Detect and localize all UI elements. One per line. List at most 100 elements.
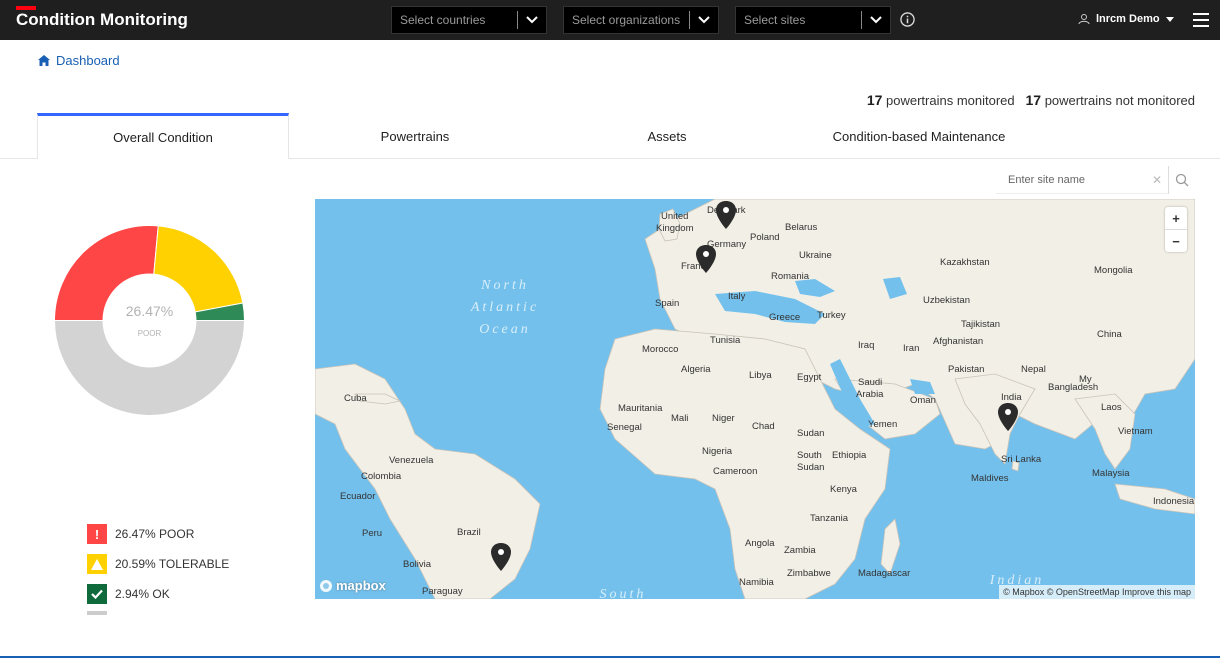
monitored-count: 17 [866,92,883,108]
world-map: North Atlantic Ocean South Indian United… [315,199,1195,599]
user-menu[interactable]: lnrcm Demo [1078,13,1174,25]
svg-text:Tajikistan: Tajikistan [961,319,1000,330]
site-search: Enter site name ✕ [996,166,1196,194]
countries-select-placeholder: Select countries [400,13,486,27]
mapbox-icon [320,579,332,592]
svg-text:Ethiopia: Ethiopia [832,450,867,461]
svg-text:Belarus: Belarus [785,222,817,233]
map-zoom-control: + − [1165,207,1187,252]
svg-text:Ecuador: Ecuador [340,491,375,502]
info-icon[interactable] [900,12,915,32]
ocean-label: Atlantic [470,300,539,315]
svg-text:Oman: Oman [910,395,936,406]
legend-label: 26.47% POOR [115,527,195,541]
check-icon [87,584,107,604]
tab-assets[interactable]: Assets [541,113,793,159]
mapbox-logo[interactable]: mapbox [319,578,386,593]
home-icon [38,55,50,66]
svg-text:Zimbabwe: Zimbabwe [787,568,831,579]
svg-text:Ukraine: Ukraine [799,250,832,261]
monitored-label: powertrains monitored [886,93,1015,108]
warning-icon [87,554,107,574]
svg-text:Iran: Iran [903,343,919,354]
svg-text:Indonesia: Indonesia [1153,496,1195,507]
organizations-select-placeholder: Select organizations [572,13,681,27]
svg-text:My: My [1079,374,1092,385]
svg-text:Zambia: Zambia [784,545,816,556]
breadcrumb-dashboard[interactable]: Dashboard [56,53,120,68]
svg-text:Maldives: Maldives [971,473,1009,484]
tab-powertrains[interactable]: Powertrains [289,113,541,159]
svg-text:Mauritania: Mauritania [618,403,663,414]
clear-icon[interactable]: ✕ [1152,173,1162,187]
svg-text:Venezuela: Venezuela [389,455,434,466]
svg-text:Kingdom: Kingdom [656,223,694,234]
countries-select[interactable]: Select countries [391,6,547,34]
svg-text:Laos: Laos [1101,402,1122,413]
svg-text:Nigeria: Nigeria [702,446,733,457]
not-monitored-label: powertrains not monitored [1044,93,1195,108]
not-monitored-count: 17 [1025,92,1042,108]
svg-text:Iraq: Iraq [858,340,874,351]
legend-item-poor: ! 26.47% POOR [87,519,229,549]
user-icon [1078,14,1090,25]
svg-text:Chad: Chad [752,421,775,432]
svg-text:Spain: Spain [655,298,679,309]
svg-text:Pakistan: Pakistan [948,364,984,375]
zoom-out-button[interactable]: − [1165,230,1187,252]
svg-text:Algeria: Algeria [681,364,711,375]
donut-center-value: 26.47% [126,303,173,319]
svg-text:Brazil: Brazil [457,527,481,538]
site-search-placeholder: Enter site name [1008,173,1086,186]
legend-label: 20.59% TOLERABLE [115,557,230,571]
svg-text:Madagascar: Madagascar [858,568,910,579]
organizations-select[interactable]: Select organizations [563,6,719,34]
svg-text:Cameroon: Cameroon [713,466,757,477]
svg-text:Yemen: Yemen [868,419,897,430]
legend-label: 2.94% OK [115,587,170,601]
svg-text:Bolivia: Bolivia [403,559,432,570]
caret-down-icon [1165,16,1174,22]
legend-item-ok: 2.94% OK [87,579,229,609]
svg-text:South: South [797,450,822,461]
site-search-input[interactable]: Enter site name ✕ [996,166,1168,194]
ocean-label: Ocean [479,322,531,337]
ocean-label: South [600,587,647,599]
svg-text:Tanzania: Tanzania [810,513,849,524]
app-title: Condition Monitoring [16,10,188,29]
sites-map[interactable]: North Atlantic Ocean South Indian United… [315,199,1195,599]
svg-text:China: China [1097,329,1123,340]
mapbox-label: mapbox [336,578,386,593]
svg-text:Saudi: Saudi [858,377,882,388]
exclamation-icon: ! [87,524,107,544]
svg-text:Cuba: Cuba [344,393,367,404]
top-bar: Condition Monitoring Select countries Se… [0,0,1220,40]
tab-condition-based-maintenance[interactable]: Condition-based Maintenance [793,113,1045,159]
chevron-down-icon[interactable] [862,16,890,24]
tab-overall-condition[interactable]: Overall Condition [37,113,289,159]
svg-text:Italy: Italy [728,291,746,302]
user-name: lnrcm Demo [1096,13,1160,25]
sites-select[interactable]: Select sites [735,6,891,34]
map-attribution[interactable]: © Mapbox © OpenStreetMap Improve this ma… [999,585,1195,599]
zoom-in-button[interactable]: + [1165,207,1187,229]
svg-text:India: India [1001,392,1022,403]
svg-text:Nepal: Nepal [1021,364,1046,375]
svg-text:Afghanistan: Afghanistan [933,336,983,347]
donut-hole [102,273,197,368]
svg-text:Sudan: Sudan [797,428,824,439]
breadcrumb[interactable]: Dashboard [38,53,120,68]
chevron-down-icon[interactable] [690,16,718,24]
svg-text:Mongolia: Mongolia [1094,265,1133,276]
svg-text:Malaysia: Malaysia [1092,468,1130,479]
search-icon[interactable] [1168,166,1194,194]
svg-text:Peru: Peru [362,528,382,539]
svg-text:United: United [661,211,688,222]
chevron-down-icon[interactable] [518,16,546,24]
svg-text:Mali: Mali [671,413,688,424]
svg-text:Vietnam: Vietnam [1118,426,1153,437]
sites-select-placeholder: Select sites [744,13,806,27]
hamburger-menu-icon[interactable] [1193,12,1209,33]
svg-text:Greece: Greece [769,312,800,323]
svg-text:Egypt: Egypt [797,372,822,383]
